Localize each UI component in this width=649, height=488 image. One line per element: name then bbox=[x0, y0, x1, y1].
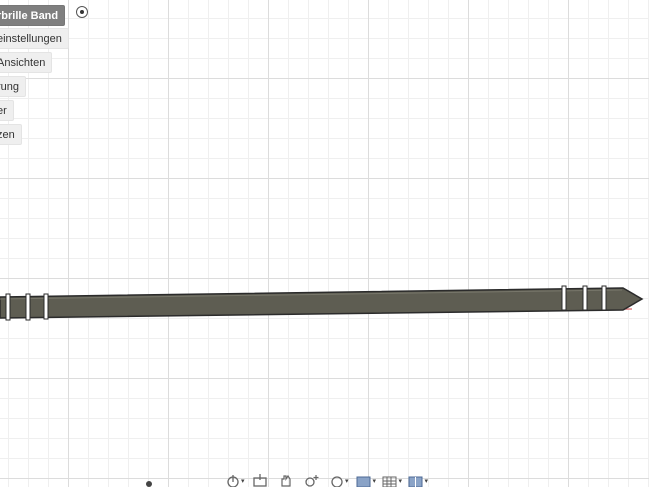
fit-view-icon bbox=[331, 476, 343, 487]
zoom-icon bbox=[305, 475, 319, 487]
pan-button[interactable] bbox=[278, 474, 298, 487]
browser-item-label: Ansichten bbox=[0, 56, 46, 69]
rib bbox=[5, 293, 11, 321]
rib bbox=[561, 285, 567, 311]
browser-item-label: zen bbox=[0, 128, 15, 141]
browser-item-settings[interactable]: einstellungen bbox=[0, 28, 69, 49]
grid-settings-icon bbox=[382, 476, 397, 487]
rib bbox=[25, 293, 31, 321]
rib bbox=[43, 293, 49, 320]
canvas-viewport[interactable]: rbrille Band einstellungen Ansichten run… bbox=[0, 0, 649, 487]
pan-hand-icon bbox=[281, 474, 291, 487]
orbit-icon bbox=[227, 475, 239, 487]
browser-item-label: er bbox=[0, 104, 7, 117]
active-radio-icon[interactable] bbox=[76, 6, 88, 18]
grid-settings-button[interactable]: ▾ bbox=[382, 474, 402, 487]
strap-model[interactable] bbox=[0, 0, 649, 487]
viewports-button[interactable]: ▾ bbox=[408, 474, 428, 487]
look-at-icon bbox=[253, 474, 267, 487]
look-at-button[interactable] bbox=[252, 474, 272, 487]
browser-item-sketches[interactable]: zen bbox=[0, 124, 22, 145]
navigation-toolbar: ▾ ▾ ▾ ▾ ▾ bbox=[226, 474, 428, 488]
chevron-down-icon: ▾ bbox=[345, 477, 349, 485]
chevron-down-icon: ▾ bbox=[241, 477, 245, 485]
viewports-icon bbox=[408, 476, 423, 487]
strap-body bbox=[0, 287, 644, 319]
browser-item-origin[interactable]: rung bbox=[0, 76, 27, 97]
orbit-button[interactable]: ▾ bbox=[226, 474, 246, 487]
browser-item-document[interactable]: rbrille Band bbox=[0, 5, 66, 26]
rib bbox=[582, 285, 588, 311]
browser-item-label: einstellungen bbox=[0, 32, 62, 45]
browser-item-label: rbrille Band bbox=[0, 9, 59, 22]
chevron-down-icon: ▾ bbox=[398, 477, 402, 485]
zoom-button[interactable] bbox=[304, 474, 324, 487]
rib bbox=[601, 285, 607, 311]
chevron-down-icon: ▾ bbox=[424, 477, 428, 485]
display-settings-icon bbox=[356, 476, 371, 487]
display-settings-button[interactable]: ▾ bbox=[356, 474, 376, 487]
fit-view-button[interactable]: ▾ bbox=[330, 474, 350, 487]
browser-item-label: rung bbox=[0, 80, 20, 93]
chevron-down-icon: ▾ bbox=[372, 477, 376, 485]
browser-item-bodies[interactable]: er bbox=[0, 100, 14, 121]
browser-item-views[interactable]: Ansichten bbox=[0, 52, 53, 73]
status-dot-icon bbox=[146, 481, 152, 487]
